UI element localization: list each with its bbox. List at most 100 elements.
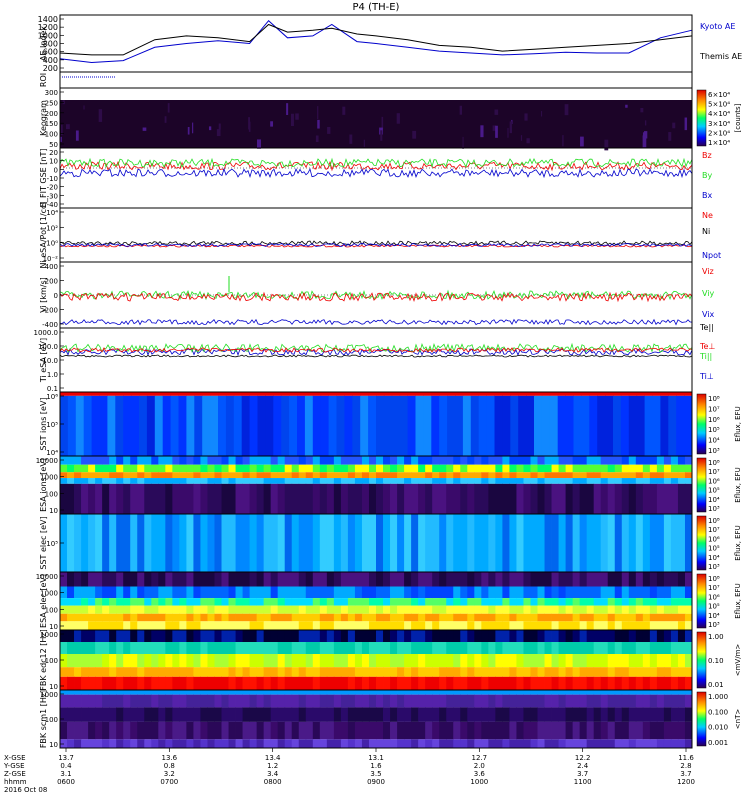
- spectrogram-cell: [551, 739, 559, 748]
- spectrogram-cell: [446, 605, 454, 614]
- spectrogram-cell: [600, 605, 609, 614]
- spectrogram-cell: [376, 690, 384, 695]
- spectrogram-cell: [326, 464, 335, 473]
- legend-kyoto-ae: Kyoto AE: [700, 22, 735, 31]
- spectrogram-cell: [628, 395, 638, 456]
- y-tick-label: 0: [54, 166, 58, 174]
- spectrogram-cell: [390, 472, 398, 479]
- spectrogram-cell: [186, 621, 194, 630]
- spectrogram-cell: [551, 690, 559, 695]
- spectrogram-cell: [165, 472, 173, 479]
- spectrogram-cell: [361, 586, 370, 599]
- spectrogram-cell: [95, 707, 103, 722]
- spectrogram-cell: [460, 572, 468, 587]
- spectrogram-cell: [200, 598, 208, 606]
- spectrogram-cell: [579, 464, 588, 473]
- spectrogram-cell: [607, 721, 616, 740]
- spectrogram-cell: [319, 586, 328, 599]
- spectrogram-cell: [368, 586, 377, 599]
- spectrogram-cell: [193, 572, 201, 587]
- spectrogram-cell: [390, 654, 398, 668]
- spectrogram-cell: [270, 721, 279, 740]
- spectrogram-cell: [347, 739, 356, 748]
- spectrogram-cell: [270, 667, 279, 677]
- spectrogram-cell: [214, 690, 222, 695]
- spectrogram-cell: [179, 456, 187, 465]
- spectrogram-cell: [572, 690, 581, 695]
- spectrogram-cell: [460, 472, 468, 479]
- spectrogram-cell: [144, 613, 152, 622]
- spectrogram-cell: [411, 514, 419, 572]
- spectrogram-cell: [432, 642, 440, 654]
- spectrogram-cell: [684, 483, 693, 514]
- spectrogram-cell: [354, 642, 363, 654]
- spectrogram-cell: [523, 572, 531, 587]
- spectrogram-cell: [186, 472, 194, 479]
- spectrogram-cell: [221, 586, 229, 599]
- spectrogram-cell: [376, 483, 384, 514]
- spectrogram-cell: [200, 478, 208, 484]
- spectrogram-cell: [151, 667, 159, 677]
- spectrogram-cell: [684, 572, 693, 587]
- keogram-feature: [381, 116, 384, 129]
- spectrogram-cell: [467, 598, 475, 606]
- spectrogram-cell: [642, 598, 651, 606]
- spectrogram-cell: [186, 613, 194, 622]
- spectrogram-cell: [235, 667, 243, 677]
- spectrogram-cell: [74, 483, 82, 514]
- spectrogram-cell: [200, 572, 208, 587]
- spectrogram-cell: [249, 721, 258, 740]
- spectrogram-cell: [411, 690, 419, 695]
- spectrogram-cell: [67, 478, 75, 484]
- keogram-feature: [480, 125, 484, 138]
- spectrogram-cell: [549, 395, 559, 456]
- spectrogram-cell: [530, 667, 538, 677]
- spectrogram-cell: [102, 613, 110, 622]
- spectrogram-cell: [214, 654, 222, 668]
- spectrogram-cell: [589, 395, 598, 456]
- spectrogram-cell: [291, 630, 300, 642]
- spectrogram-cell: [109, 613, 117, 622]
- spectrogram-cell: [460, 598, 468, 606]
- spectrogram-cell: [67, 721, 75, 740]
- spectrogram-cell: [502, 483, 510, 514]
- spectrogram-cell: [256, 514, 265, 572]
- colorbar-tick-label: 1.00: [708, 633, 724, 641]
- spectrogram-cell: [404, 676, 412, 690]
- spectrogram-cell: [502, 676, 510, 690]
- spectrogram-cell: [284, 694, 293, 708]
- spectrogram-cell: [172, 721, 180, 740]
- spectrogram-cell: [460, 654, 468, 668]
- spectrogram-cell: [544, 739, 552, 748]
- spectrogram-cell: [390, 514, 398, 572]
- spectrogram-cell: [75, 392, 85, 396]
- spectrogram-cell: [228, 654, 236, 668]
- spectrogram-cell: [242, 642, 250, 654]
- keogram-feature: [290, 113, 294, 127]
- spectrogram-cell: [340, 456, 349, 465]
- spectrogram-cell: [298, 456, 307, 465]
- spectrogram-cell: [579, 572, 588, 587]
- spectrogram-cell: [670, 598, 679, 606]
- spectrogram-cell: [607, 598, 616, 606]
- spectrogram-cell: [383, 572, 391, 587]
- spectrogram-cell: [425, 621, 433, 630]
- spectrogram-cell: [60, 667, 68, 677]
- spectrogram-cell: [376, 392, 385, 396]
- legend-Ni: Ni: [702, 227, 710, 236]
- spectrogram-cell: [523, 690, 531, 695]
- spectrogram-cell: [439, 621, 447, 630]
- spectrogram-cell: [74, 667, 82, 677]
- panel-sst-electrons: 10⁵SST elec [eV] 10⁸10⁷10⁶10⁵10⁴10³Eflux,…: [39, 513, 742, 573]
- colorbar-label: <nT>: [734, 709, 742, 730]
- spectrogram-cell: [312, 478, 321, 484]
- spectrogram-cell: [158, 694, 166, 708]
- spectrogram-cell: [151, 456, 159, 465]
- spectrogram-cell: [67, 456, 75, 465]
- spectrogram-cell: [67, 707, 75, 722]
- panel-bfield: 20100-10-20-30-40B_FIT GSE [nT] BzByBx: [39, 147, 712, 209]
- spectrogram-cell: [439, 721, 447, 740]
- spectrogram-cell: [614, 694, 623, 708]
- spectrogram-cell: [165, 464, 173, 473]
- spectrogram-cell: [284, 613, 293, 622]
